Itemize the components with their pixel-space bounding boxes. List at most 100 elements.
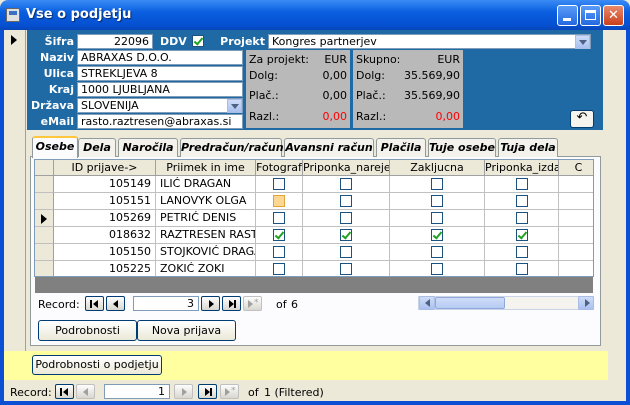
form-of-label: of bbox=[248, 386, 259, 399]
priponka-narejena-checkbox[interactable] bbox=[340, 229, 352, 241]
tab-tuja-dela[interactable]: Tuja dela bbox=[498, 138, 558, 157]
maximize-button[interactable] bbox=[580, 5, 601, 26]
cell-name[interactable]: RAZTRESEN RASTO bbox=[156, 227, 256, 244]
zakljucna-checkbox[interactable] bbox=[431, 263, 443, 275]
cell-name[interactable]: PETRIĆ DENIS bbox=[156, 210, 256, 227]
priponka-narejena-checkbox[interactable] bbox=[340, 246, 352, 258]
form-next-record-button[interactable] bbox=[174, 384, 193, 399]
subform-last-record-button[interactable] bbox=[222, 296, 241, 311]
cell-id[interactable]: 105151 bbox=[54, 193, 156, 210]
column-header-fotograf[interactable]: Fotograf bbox=[256, 160, 303, 176]
subform-current-record-input[interactable]: 3 bbox=[133, 296, 199, 311]
zakljucna-checkbox[interactable] bbox=[431, 246, 443, 258]
fotograf-checkbox[interactable] bbox=[273, 263, 285, 275]
column-header-id[interactable]: ID prijave-> bbox=[54, 160, 156, 176]
sifra-field[interactable]: 22096 bbox=[77, 34, 153, 49]
tab-dela[interactable]: Dela bbox=[78, 138, 116, 157]
row-selector[interactable] bbox=[35, 176, 54, 193]
podrobnosti-button[interactable]: Podrobnosti bbox=[38, 320, 137, 341]
column-header-zakljucna[interactable]: Zakljucna bbox=[390, 160, 485, 176]
cell-id[interactable]: 105225 bbox=[54, 261, 156, 276]
tab-tuje-osebe[interactable]: Tuje osebe bbox=[428, 138, 496, 157]
scroll-left-arrow-icon[interactable] bbox=[419, 296, 435, 310]
tab-placila[interactable]: Plačila bbox=[376, 138, 426, 157]
subform-next-record-button[interactable] bbox=[201, 296, 220, 311]
ulica-field[interactable]: STREKLJEVA 8 bbox=[77, 66, 243, 81]
minimize-button[interactable] bbox=[557, 5, 578, 26]
subform-prev-record-button[interactable] bbox=[106, 296, 125, 311]
podrobnosti-o-podjetju-button[interactable]: Podrobnosti o podjetju bbox=[32, 355, 162, 375]
projekt-chevron-down-icon[interactable] bbox=[575, 35, 590, 49]
ddv-checkbox[interactable] bbox=[192, 35, 204, 47]
form-first-record-button[interactable] bbox=[55, 384, 74, 399]
cell-name[interactable]: STOJKOVIĆ DRAGAN bbox=[156, 244, 256, 261]
priponka-izdana-checkbox[interactable] bbox=[516, 195, 528, 207]
form-new-record-button[interactable]: * bbox=[220, 384, 239, 399]
app-icon[interactable] bbox=[6, 8, 20, 22]
priponka-izdana-checkbox[interactable] bbox=[516, 229, 528, 241]
row-selector[interactable] bbox=[35, 227, 54, 244]
row-selector[interactable] bbox=[35, 244, 54, 261]
priponka-izdana-checkbox[interactable] bbox=[516, 246, 528, 258]
subform-first-record-button[interactable] bbox=[85, 296, 104, 311]
zakljucna-checkbox[interactable] bbox=[431, 229, 443, 241]
nova-prijava-button[interactable]: Nova prijava bbox=[137, 320, 236, 341]
fotograf-checkbox[interactable] bbox=[273, 246, 285, 258]
cell-id[interactable]: 105149 bbox=[54, 176, 156, 193]
cell-c bbox=[559, 210, 593, 227]
tab-predracun-racun[interactable]: Predračun/račun bbox=[180, 138, 284, 157]
record-selector[interactable] bbox=[4, 30, 26, 351]
projekt-dropdown[interactable]: Kongres partnerjev bbox=[268, 34, 591, 49]
priponka-izdana-checkbox[interactable] bbox=[516, 212, 528, 224]
grid-corner[interactable] bbox=[35, 160, 54, 176]
drzava-dropdown[interactable]: SLOVENIJA bbox=[77, 98, 243, 113]
drzava-chevron-down-icon[interactable] bbox=[227, 99, 242, 113]
projekt-razl-value: 0,00 bbox=[322, 110, 348, 123]
scroll-right-arrow-icon[interactable] bbox=[578, 296, 594, 310]
row-selector[interactable] bbox=[35, 261, 54, 276]
undo-button[interactable]: ↶ bbox=[570, 110, 594, 128]
current-record-arrow-icon bbox=[11, 35, 17, 45]
kraj-field[interactable]: 1000 LJUBLJANA bbox=[77, 82, 243, 97]
fotograf-checkbox[interactable] bbox=[273, 178, 285, 190]
priponka-narejena-checkbox[interactable] bbox=[340, 212, 352, 224]
cell-id[interactable]: 105269 bbox=[54, 210, 156, 227]
priponka-izdana-checkbox[interactable] bbox=[516, 263, 528, 275]
column-header-priponka-narejena[interactable]: Priponka_narejen bbox=[303, 160, 390, 176]
form-current-record-input[interactable]: 1 bbox=[104, 384, 170, 399]
fotograf-checkbox[interactable] bbox=[273, 212, 285, 224]
zakljucna-checkbox[interactable] bbox=[431, 178, 443, 190]
zakljucna-checkbox[interactable] bbox=[431, 195, 443, 207]
column-header-name[interactable]: Priimek in ime bbox=[156, 160, 256, 176]
skupno-dolg-label: Dolg: bbox=[356, 69, 385, 82]
column-header-c[interactable]: C bbox=[559, 160, 593, 176]
priponka-narejena-checkbox[interactable] bbox=[340, 263, 352, 275]
persons-datasheet[interactable]: ID prijave-> Priimek in ime Fotograf Pri… bbox=[34, 159, 594, 277]
cell-c bbox=[559, 244, 593, 261]
tab-avansni-racun[interactable]: Avansni račun bbox=[284, 138, 374, 157]
fotograf-checkbox[interactable] bbox=[273, 195, 285, 207]
subform-new-record-button[interactable]: * bbox=[243, 296, 262, 311]
priponka-izdana-checkbox[interactable] bbox=[516, 178, 528, 190]
priponka-narejena-checkbox[interactable] bbox=[340, 178, 352, 190]
zakljucna-checkbox[interactable] bbox=[431, 212, 443, 224]
email-field[interactable]: rasto.raztresen@abraxas.si bbox=[77, 114, 243, 129]
column-header-priponka-izdana[interactable]: Priponka_izdar bbox=[485, 160, 559, 176]
naziv-field[interactable]: ABRAXAS D.O.O. bbox=[77, 50, 243, 65]
priponka-narejena-checkbox[interactable] bbox=[340, 195, 352, 207]
scroll-thumb[interactable] bbox=[435, 297, 505, 309]
fotograf-checkbox[interactable] bbox=[273, 229, 285, 241]
cell-name[interactable]: LANOVYK OLGA bbox=[156, 193, 256, 210]
cell-name[interactable]: ILIĆ DRAGAN bbox=[156, 176, 256, 193]
row-selector[interactable] bbox=[35, 193, 54, 210]
title-bar[interactable]: Vse o podjetju ✕ bbox=[0, 0, 630, 30]
form-prev-record-button[interactable] bbox=[76, 384, 95, 399]
close-button[interactable]: ✕ bbox=[603, 5, 624, 26]
cell-c bbox=[559, 227, 593, 244]
tab-narocila[interactable]: Naročila bbox=[118, 138, 178, 157]
cell-name[interactable]: ZOKIĆ ZOKI bbox=[156, 261, 256, 276]
tab-osebe[interactable]: Osebe bbox=[32, 136, 78, 158]
cell-id[interactable]: 105150 bbox=[54, 244, 156, 261]
form-last-record-button[interactable] bbox=[198, 384, 217, 399]
cell-id[interactable]: 018632 bbox=[54, 227, 156, 244]
